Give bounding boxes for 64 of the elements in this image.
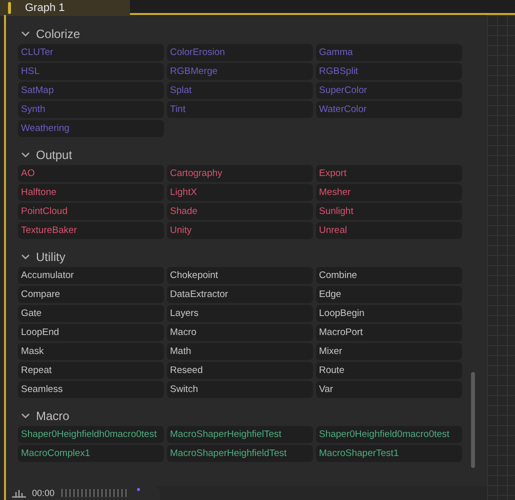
node-item[interactable]: Combine: [316, 267, 462, 284]
node-item[interactable]: RGBMerge: [167, 63, 313, 80]
node-item[interactable]: Gate: [18, 305, 164, 322]
node-item[interactable]: Halftone: [18, 184, 164, 201]
node-item[interactable]: RGBSplit: [316, 63, 462, 80]
node-item[interactable]: LoopEnd: [18, 324, 164, 341]
node-item[interactable]: MacroPort: [316, 324, 462, 341]
node-item[interactable]: Shaper0Heighfield0macro0test: [316, 426, 462, 443]
node-item[interactable]: MacroComplex1: [18, 445, 164, 462]
node-item[interactable]: Shaper0Heighfieldh0macro0test: [18, 426, 164, 443]
node-item[interactable]: SuperColor: [316, 82, 462, 99]
chevron-icon[interactable]: [21, 254, 30, 260]
node-item[interactable]: CLUTer: [18, 44, 164, 61]
node-item[interactable]: Layers: [167, 305, 313, 322]
node-item[interactable]: Mesher: [316, 184, 462, 201]
node-item[interactable]: SatMap: [18, 82, 164, 99]
chevron-icon[interactable]: [21, 413, 30, 419]
node-item[interactable]: MacroShaperTest1: [316, 445, 462, 462]
section-title[interactable]: Output: [36, 146, 72, 164]
node-item[interactable]: Cartography: [167, 165, 313, 182]
node-item[interactable]: MacroShaperHeighfielTest: [167, 426, 313, 443]
node-item[interactable]: Export: [316, 165, 462, 182]
section-title[interactable]: Colorize: [36, 25, 80, 43]
node-item[interactable]: Tint: [167, 101, 313, 118]
chevron-icon[interactable]: [21, 152, 30, 158]
node-item[interactable]: Math: [167, 343, 313, 360]
node-item[interactable]: Macro: [167, 324, 313, 341]
node-item[interactable]: Switch: [167, 381, 313, 398]
waveform-icon[interactable]: [12, 488, 26, 498]
node-item[interactable]: DataExtractor: [167, 286, 313, 303]
node-item[interactable]: Route: [316, 362, 462, 379]
node-item[interactable]: Unreal: [316, 222, 462, 239]
node-item[interactable]: TextureBaker: [18, 222, 164, 239]
node-item[interactable]: MacroShaperHeighfieldTest: [167, 445, 313, 462]
node-item[interactable]: LightX: [167, 184, 313, 201]
node-item[interactable]: Var: [316, 381, 462, 398]
node-item[interactable]: Sunlight: [316, 203, 462, 220]
node-item[interactable]: Mask: [18, 343, 164, 360]
node-item[interactable]: Seamless: [18, 381, 164, 398]
node-item[interactable]: Chokepoint: [167, 267, 313, 284]
section-title[interactable]: Utility: [36, 248, 66, 266]
node-item[interactable]: AO: [18, 165, 164, 182]
scrollbar-thumb[interactable]: [471, 372, 475, 468]
node-item[interactable]: Repeat: [18, 362, 164, 379]
node-item[interactable]: PointCloud: [18, 203, 164, 220]
node-item[interactable]: Shade: [167, 203, 313, 220]
node-item[interactable]: LoopBegin: [316, 305, 462, 322]
node-item[interactable]: Splat: [167, 82, 313, 99]
chevron-icon[interactable]: [21, 31, 30, 37]
node-item[interactable]: Gamma: [316, 44, 462, 61]
section-title[interactable]: Macro: [36, 407, 70, 425]
node-item[interactable]: HSL: [18, 63, 164, 80]
node-item[interactable]: ColorErosion: [167, 44, 313, 61]
node-item[interactable]: Accumulator: [18, 267, 164, 284]
node-item[interactable]: Reseed: [167, 362, 313, 379]
graph-tab[interactable]: Graph 1: [0, 0, 130, 16]
node-item[interactable]: Synth: [18, 101, 164, 118]
node-item[interactable]: Mixer: [316, 343, 462, 360]
node-item[interactable]: Unity: [167, 222, 313, 239]
node-item[interactable]: Compare: [18, 286, 164, 303]
node-item[interactable]: Edge: [316, 286, 462, 303]
timeline-time: 00:00: [32, 488, 55, 498]
node-item[interactable]: Weathering: [18, 120, 164, 137]
node-item[interactable]: WaterColor: [316, 101, 462, 118]
